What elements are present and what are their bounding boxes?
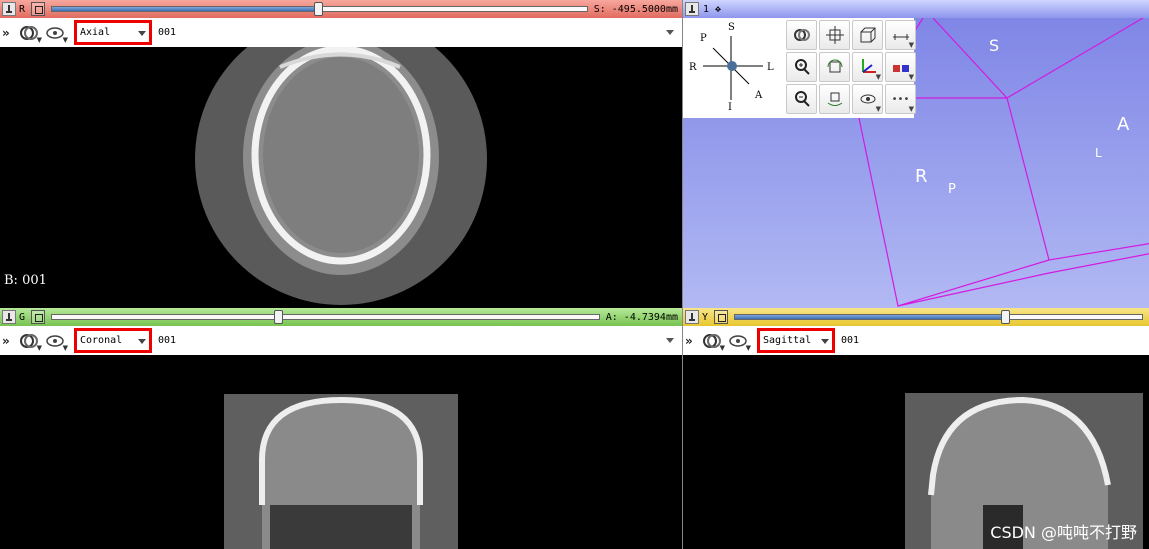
yellow-slice-view: Y » ▼ ▼ Sagittal 001 CSDN @吨吨不打野: [683, 308, 1149, 549]
link-icon[interactable]: ▼: [18, 22, 42, 44]
sagittal-image[interactable]: CSDN @吨吨不打野: [683, 355, 1149, 549]
orient-p: P: [700, 33, 707, 44]
axis-label-l: L: [1095, 146, 1102, 160]
axial-image[interactable]: B: 001: [0, 13, 682, 308]
red-slice-bar: R S: -495.5000mm: [0, 0, 682, 18]
orientation-marker: S P R L A I: [683, 18, 783, 118]
view-letter: Y: [702, 311, 709, 323]
center-view-icon[interactable]: [786, 20, 817, 50]
slice-offset-slider[interactable]: [734, 310, 1143, 324]
axis-label-a: A: [1117, 114, 1130, 135]
red-view-toolbar: » ▼ ▼ Axial 001: [0, 18, 682, 47]
3d-view-bar: 1 ✥: [683, 0, 1149, 18]
slider-thumb[interactable]: [274, 310, 283, 324]
yellow-slice-bar: Y: [683, 308, 1149, 326]
axes-icon[interactable]: ▼: [852, 52, 883, 82]
stereo-icon[interactable]: ▼: [885, 52, 916, 82]
toolbar-menu-chevron-icon[interactable]: [666, 338, 674, 343]
3d-tool-panel: S P R L A I ▼ ▼ ▼ ▼ ••• ▼: [683, 18, 917, 118]
coronal-image[interactable]: [0, 355, 682, 549]
pin-icon[interactable]: [685, 2, 699, 16]
more-icon[interactable]: ••• ▼: [885, 84, 916, 114]
volume-name: 001: [158, 27, 177, 38]
3d-tool-grid: ▼ ▼ ▼ ▼ ••• ▼: [786, 20, 917, 115]
pin-icon[interactable]: [685, 310, 699, 324]
view-letter: G: [19, 311, 26, 323]
orient-i: I: [728, 102, 732, 113]
green-view-toolbar: » ▼ ▼ Coronal 001: [0, 326, 682, 355]
orient-a: A: [755, 90, 763, 101]
reset-icon[interactable]: [819, 84, 850, 114]
view-letter: R: [19, 3, 26, 15]
green-slice-view: G A: -4.7394mm » ▼ ▼ Coronal 001: [0, 308, 682, 549]
slice-offset-value: S: -495.5000mm: [593, 3, 678, 15]
expand-chevron-icon[interactable]: »: [2, 26, 14, 40]
orientation-selector[interactable]: Coronal: [74, 328, 152, 353]
orientation-selector[interactable]: Axial: [74, 20, 152, 45]
ruler-icon[interactable]: ▼: [885, 20, 916, 50]
axis-label-r: R: [915, 166, 928, 187]
zoom-in-icon[interactable]: [786, 52, 817, 82]
rotate-icon[interactable]: [819, 52, 850, 82]
chevron-down-icon: [821, 339, 829, 344]
orientation-value: Coronal: [80, 335, 123, 346]
axis-label-s: S: [989, 36, 1000, 55]
slider-thumb[interactable]: [314, 2, 323, 16]
chevron-down-icon: [138, 339, 146, 344]
slice-offset-value: A: -4.7394mm: [605, 311, 678, 323]
toolbar-menu-chevron-icon[interactable]: [666, 30, 674, 35]
red-slice-view: R S: -495.5000mm » ▼ ▼ Axial 001 B: 001: [0, 0, 682, 308]
eye-toggle-icon[interactable]: ▼: [44, 330, 68, 352]
watermark: CSDN @吨吨不打野: [990, 523, 1137, 542]
pin-icon[interactable]: [2, 310, 16, 324]
chevron-down-icon: [138, 31, 146, 36]
slider-thumb[interactable]: [1001, 310, 1010, 324]
visibility-icon[interactable]: ▼: [852, 84, 883, 114]
expand-chevron-icon[interactable]: »: [685, 334, 697, 348]
zoom-out-icon[interactable]: [786, 84, 817, 114]
gear-icon[interactable]: ✥: [715, 4, 721, 15]
eye-toggle-icon[interactable]: ▼: [44, 22, 68, 44]
yellow-view-toolbar: » ▼ ▼ Sagittal 001: [683, 326, 1149, 355]
orient-r: R: [689, 62, 697, 73]
green-slice-bar: G A: -4.7394mm: [0, 308, 682, 326]
expand-chevron-icon[interactable]: »: [2, 334, 14, 348]
pin-icon[interactable]: [819, 20, 850, 50]
orientation-selector[interactable]: Sagittal: [757, 328, 835, 353]
3d-view: 1 ✥ S A L R P S P R L A I ▼ ▼ ▼ ▼ ••• ▼: [683, 0, 1149, 308]
axis-label-p: P: [948, 182, 956, 197]
link-icon[interactable]: [31, 2, 45, 16]
orient-l: L: [767, 62, 774, 73]
link-icon[interactable]: [714, 310, 728, 324]
volume-name: 001: [841, 335, 860, 346]
volume-name: 001: [158, 335, 177, 346]
orient-s: S: [728, 22, 735, 33]
link-icon[interactable]: ▼: [18, 330, 42, 352]
link-icon[interactable]: ▼: [701, 330, 725, 352]
view-index: 1: [703, 3, 710, 15]
cube-icon[interactable]: [852, 20, 883, 50]
orientation-value: Axial: [80, 27, 111, 38]
eye-toggle-icon[interactable]: ▼: [727, 330, 751, 352]
orientation-value: Sagittal: [763, 335, 812, 346]
volume-overlay-label: B: 001: [4, 273, 47, 288]
pin-icon[interactable]: [2, 2, 16, 16]
slice-offset-slider[interactable]: [51, 2, 588, 16]
slice-offset-slider[interactable]: [51, 310, 600, 324]
link-icon[interactable]: [31, 310, 45, 324]
